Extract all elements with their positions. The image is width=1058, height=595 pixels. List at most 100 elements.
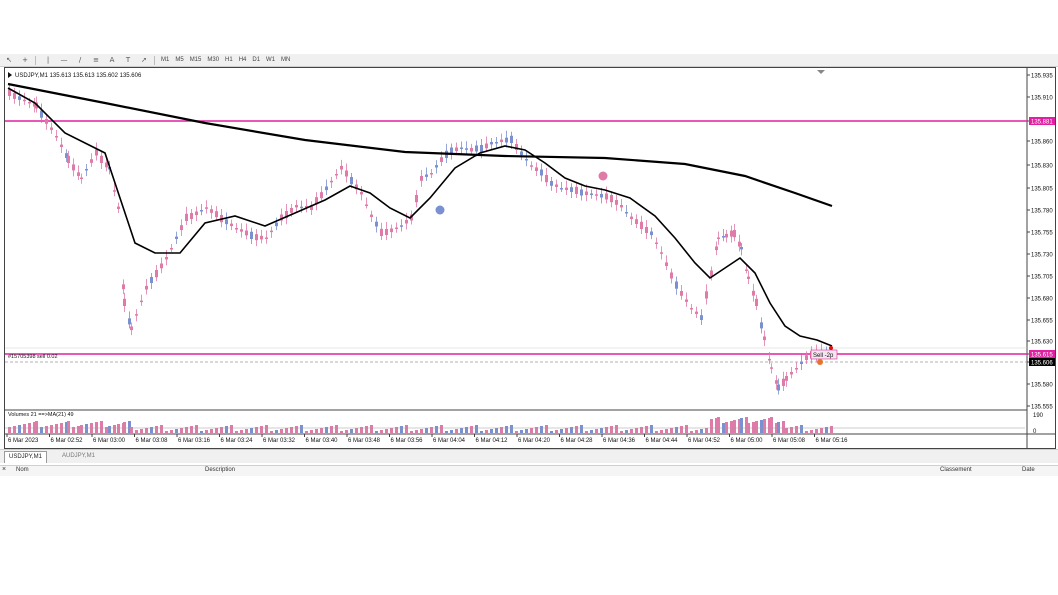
candle-body bbox=[600, 193, 603, 198]
candle-body bbox=[785, 376, 788, 381]
buy-signal-marker-icon[interactable] bbox=[435, 205, 445, 215]
time-axis-label: 6 Mar 03:32 bbox=[263, 438, 296, 444]
price-axis-label: 135.860 bbox=[1031, 140, 1053, 146]
price-axis-label: 135.580 bbox=[1031, 383, 1053, 389]
candle-body bbox=[715, 246, 718, 251]
column-header-date[interactable]: Date bbox=[1022, 467, 1035, 473]
arrow-icon[interactable]: ➚ bbox=[137, 55, 151, 65]
volume-bar bbox=[805, 431, 808, 433]
time-axis-label: 6 Mar 04:20 bbox=[518, 438, 551, 444]
volume-bar bbox=[113, 425, 116, 433]
price-axis-label: 135.555 bbox=[1031, 405, 1053, 411]
candle-body bbox=[235, 228, 238, 230]
chart-window[interactable]: 135.935 135.910 135.881 135.860 135.830 135.8… bbox=[4, 67, 1056, 449]
vertical-line-icon[interactable]: | bbox=[41, 55, 55, 65]
column-header-description[interactable]: Description bbox=[205, 467, 235, 473]
candle-body bbox=[122, 284, 125, 290]
candle-body bbox=[770, 367, 773, 369]
candle-body bbox=[240, 229, 243, 232]
timeframe-d1-button[interactable]: D1 bbox=[252, 57, 260, 63]
candle-body bbox=[500, 139, 503, 142]
volume-bar bbox=[690, 431, 693, 433]
candle-body bbox=[77, 172, 80, 176]
volume-bar bbox=[580, 425, 583, 433]
slow-moving-average-line bbox=[7, 82, 833, 208]
candle-body bbox=[650, 231, 653, 236]
volume-bar bbox=[280, 429, 283, 433]
volume-bar bbox=[315, 429, 318, 433]
volume-bar bbox=[680, 426, 683, 433]
time-axis-label: 6 Mar 04:44 bbox=[646, 438, 679, 444]
chart-shift-icon[interactable] bbox=[817, 70, 825, 74]
volume-bar bbox=[108, 426, 111, 433]
text-icon[interactable]: A bbox=[105, 55, 119, 65]
volume-bar bbox=[670, 428, 673, 433]
volume-bar bbox=[160, 425, 163, 433]
timeframe-w1-button[interactable]: W1 bbox=[266, 57, 275, 63]
candle-body bbox=[180, 225, 183, 230]
candle-body bbox=[370, 214, 373, 217]
tab-usdjpy-m1[interactable]: USDJPY,M1 bbox=[4, 451, 47, 463]
candle-body bbox=[435, 165, 438, 168]
price-axis-label: 135.730 bbox=[1031, 253, 1053, 259]
candle-body bbox=[570, 187, 573, 192]
close-icon[interactable]: × bbox=[2, 466, 6, 473]
horizontal-line-icon[interactable]: — bbox=[57, 55, 71, 65]
price-axis-label: 135.615 bbox=[1031, 353, 1053, 359]
sell-signal-marker-icon[interactable] bbox=[598, 171, 608, 181]
candle-body bbox=[425, 174, 428, 177]
crosshair-icon[interactable]: + bbox=[18, 55, 32, 65]
candle-body bbox=[100, 155, 103, 163]
timeframe-h1-button[interactable]: H1 bbox=[225, 57, 233, 63]
candle-body bbox=[28, 101, 31, 104]
candle-body bbox=[430, 173, 433, 175]
trendline-icon[interactable]: / bbox=[73, 55, 87, 65]
price-axis-label: 135.805 bbox=[1031, 187, 1053, 193]
volume-bar bbox=[590, 430, 593, 433]
candle-body bbox=[717, 237, 720, 239]
candle-body bbox=[200, 210, 203, 212]
volume-bar bbox=[445, 431, 448, 433]
timeframe-h4-button[interactable]: H4 bbox=[239, 57, 247, 63]
candle-body bbox=[67, 155, 70, 163]
cursor-icon[interactable]: ↖ bbox=[2, 55, 16, 65]
volume-bar bbox=[310, 430, 313, 433]
volume-bar bbox=[710, 419, 713, 433]
timeframe-mn-button[interactable]: MN bbox=[281, 57, 290, 63]
time-axis-label: 6 Mar 04:52 bbox=[688, 438, 721, 444]
candle-body bbox=[645, 227, 648, 233]
chart-header-arrow-icon bbox=[8, 72, 12, 78]
candle-body bbox=[768, 358, 771, 361]
volume-bar bbox=[80, 425, 83, 433]
candle-body bbox=[415, 195, 418, 203]
column-header-nom[interactable]: Nom bbox=[16, 467, 29, 473]
candle-body bbox=[260, 235, 263, 240]
candle-body bbox=[740, 247, 743, 250]
volume-bar bbox=[660, 430, 663, 433]
candle-body bbox=[575, 186, 578, 194]
candle-body bbox=[665, 262, 668, 266]
toolbar-separator bbox=[35, 55, 36, 65]
trade-entry-icon[interactable] bbox=[817, 359, 823, 365]
timeframe-m15-button[interactable]: M15 bbox=[190, 57, 202, 63]
volume-bar bbox=[320, 428, 323, 433]
trade-marker-icon[interactable] bbox=[829, 346, 833, 350]
candle-body bbox=[400, 225, 403, 227]
volume-bar bbox=[215, 428, 218, 433]
price-chart[interactable]: 135.935 135.910 135.881 135.860 135.830 135.8… bbox=[5, 68, 1055, 448]
candle-body bbox=[490, 142, 493, 145]
price-axis-label: 135.910 bbox=[1031, 96, 1053, 102]
candle-body bbox=[590, 193, 593, 195]
time-axis-label: 6 Mar 02:52 bbox=[51, 438, 84, 444]
candle-body bbox=[128, 318, 131, 325]
timeframe-m5-button[interactable]: M5 bbox=[175, 57, 183, 63]
label-icon[interactable]: T bbox=[121, 55, 135, 65]
candle-body bbox=[215, 211, 218, 218]
channel-icon[interactable]: ≡ bbox=[89, 55, 103, 65]
volume-bar bbox=[615, 425, 618, 433]
price-axis-label: 135.755 bbox=[1031, 231, 1053, 237]
timeframe-m30-button[interactable]: M30 bbox=[207, 57, 219, 63]
timeframe-m1-button[interactable]: M1 bbox=[161, 57, 169, 63]
column-header-classement[interactable]: Classement bbox=[940, 467, 972, 473]
tab-audjpy-m1[interactable]: AUDJPY,M1 bbox=[58, 451, 99, 462]
